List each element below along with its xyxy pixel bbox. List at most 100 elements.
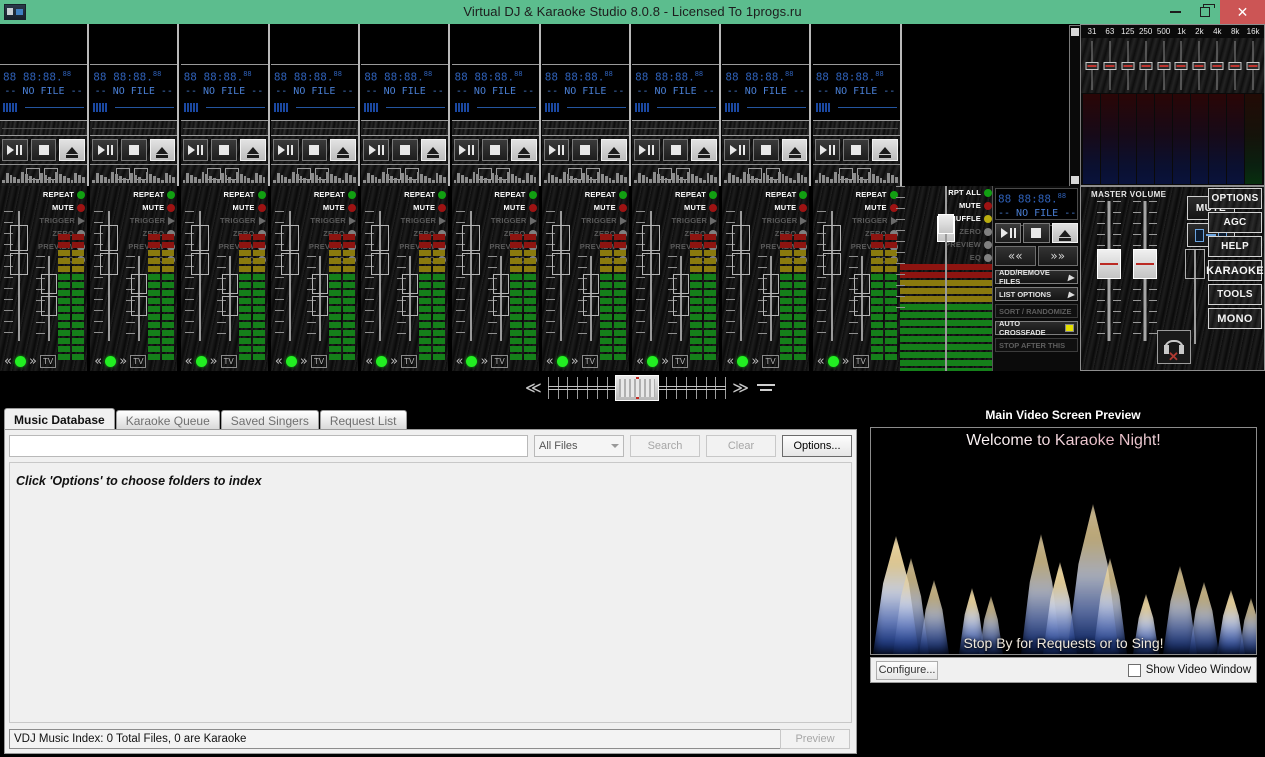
led-row-1[interactable]: MUTE [747,201,808,214]
maximize-button[interactable] [1190,0,1220,24]
channel-active-led[interactable] [466,355,478,367]
tab-saved-singers[interactable]: Saved Singers [220,410,319,430]
led-mute[interactable] [347,203,356,212]
channel-next-icon[interactable]: » [842,355,850,368]
channel-volume-fader[interactable] [184,211,211,341]
clear-button[interactable]: Clear [706,435,776,457]
deck-eject-button[interactable] [330,139,356,161]
deck-scratch-strip[interactable] [632,120,720,136]
playlist-stop-button[interactable] [1023,223,1050,243]
deck-scratch-strip[interactable] [180,120,268,136]
search-input[interactable] [9,435,528,457]
channel-volume-fader[interactable] [455,211,482,341]
channel-pitch-fader[interactable] [306,256,329,341]
channel-next-icon[interactable]: » [661,355,669,368]
channel-tv-button[interactable]: TV [220,354,237,368]
headphones-mute-button[interactable]: ✕ [1157,330,1191,364]
led-repeat[interactable] [709,190,718,199]
show-video-window-toggle[interactable]: Show Video Window [1127,663,1251,677]
channel-prev-icon[interactable]: « [185,355,193,368]
playlist-next-button[interactable]: »» [1037,246,1078,266]
deck-waveform[interactable] [632,164,720,186]
deck-scratch-strip[interactable] [0,120,87,136]
channel-tv-button[interactable]: TV [491,354,508,368]
deck-stop-button[interactable] [572,139,599,161]
eq-sliders[interactable] [1081,38,1264,93]
led-mute[interactable] [709,203,718,212]
playlist-eject-button[interactable] [1051,223,1078,243]
eq-slider-1k[interactable] [1173,39,1191,92]
led-row-2[interactable]: TRIGGER [206,214,266,227]
deck-play-button[interactable] [92,139,118,161]
led-row-2[interactable]: TRIGGER [296,214,356,227]
channel-volume-fader[interactable] [365,211,391,341]
deck-stop-button[interactable] [753,139,779,161]
led-repeat[interactable] [618,190,627,199]
led-row-0[interactable]: REPEAT [838,188,898,201]
options-button[interactable]: Options... [782,435,852,457]
deck-scratch-strip[interactable] [722,120,810,136]
led-row-1[interactable]: MUTE [206,201,266,214]
tab-request-list[interactable]: Request List [319,410,407,430]
channel-prev-icon[interactable]: « [94,355,102,368]
channel-tv-button[interactable]: TV [581,354,598,368]
deck-stop-button[interactable] [30,139,57,161]
deck-play-button[interactable] [2,139,28,161]
channel-prev-icon[interactable]: « [4,355,12,368]
led-row-1[interactable]: MUTE [386,201,447,214]
led-row-2[interactable]: TRIGGER [477,214,537,227]
deck-waveform[interactable] [180,164,268,186]
channel-pitch-fader[interactable] [668,256,690,341]
tab-music-database[interactable]: Music Database [4,408,115,430]
led-row-0[interactable]: REPEAT [657,188,718,201]
led-row-1[interactable]: MUTE [838,201,898,214]
channel-active-led[interactable] [647,355,659,367]
crossfader-handle[interactable] [615,375,659,401]
led-row-2[interactable]: TRIGGER [386,214,447,227]
eq-slider-63[interactable] [1101,39,1119,92]
master-button-agc[interactable]: AGC [1208,212,1262,233]
deck-scrollbar[interactable] [1069,25,1081,187]
channel-tv-button[interactable]: TV [852,354,869,368]
headphone-fader-cap[interactable] [1185,249,1205,279]
led-row-1[interactable]: MUTE [477,201,537,214]
led-row-1[interactable]: MUTE [567,201,627,214]
channel-tv-button[interactable]: TV [130,354,147,368]
channel-active-led[interactable] [556,355,568,367]
channel-prev-icon[interactable]: « [546,355,554,368]
deck-eject-button[interactable] [59,139,86,161]
deck-stop-button[interactable] [843,139,870,161]
led-mute[interactable] [618,203,627,212]
deck-eject-button[interactable] [239,139,266,161]
deck-stop-button[interactable] [120,139,147,161]
led-repeat[interactable] [257,190,266,199]
led-mute[interactable] [257,203,266,212]
channel-active-led[interactable] [737,355,749,367]
master-right-fader-cap[interactable] [1133,249,1157,279]
led-row-1[interactable]: MUTE [25,201,85,214]
crossfader-right-arrow[interactable]: ≫ [732,380,749,396]
channel-next-icon[interactable]: » [751,355,759,368]
led-row-2[interactable]: TRIGGER [657,214,718,227]
eq-slider-16k[interactable] [1244,39,1262,92]
eq-slider-8k[interactable] [1226,39,1244,92]
deck-waveform[interactable] [0,164,87,186]
channel-next-icon[interactable]: » [390,355,398,368]
master-button-karaoke[interactable]: KARAOKE [1206,260,1264,281]
led-row-0[interactable]: REPEAT [296,188,356,201]
led-mute[interactable] [438,203,447,212]
deck-play-button[interactable] [724,139,751,161]
deck-eject-button[interactable] [781,139,808,161]
eq-slider-500[interactable] [1155,39,1173,92]
channel-next-icon[interactable]: » [29,355,37,368]
channel-volume-fader[interactable] [726,211,752,341]
deck-play-button[interactable] [543,139,570,161]
deck-scratch-strip[interactable] [270,120,358,136]
channel-pitch-fader[interactable] [577,256,600,341]
channel-pitch-fader[interactable] [487,256,510,341]
deck-waveform[interactable] [722,164,810,186]
channel-prev-icon[interactable]: « [365,355,373,368]
led-row-0[interactable]: REPEAT [206,188,266,201]
deck-scratch-strip[interactable] [361,120,449,136]
crossfader-track[interactable] [547,374,727,402]
